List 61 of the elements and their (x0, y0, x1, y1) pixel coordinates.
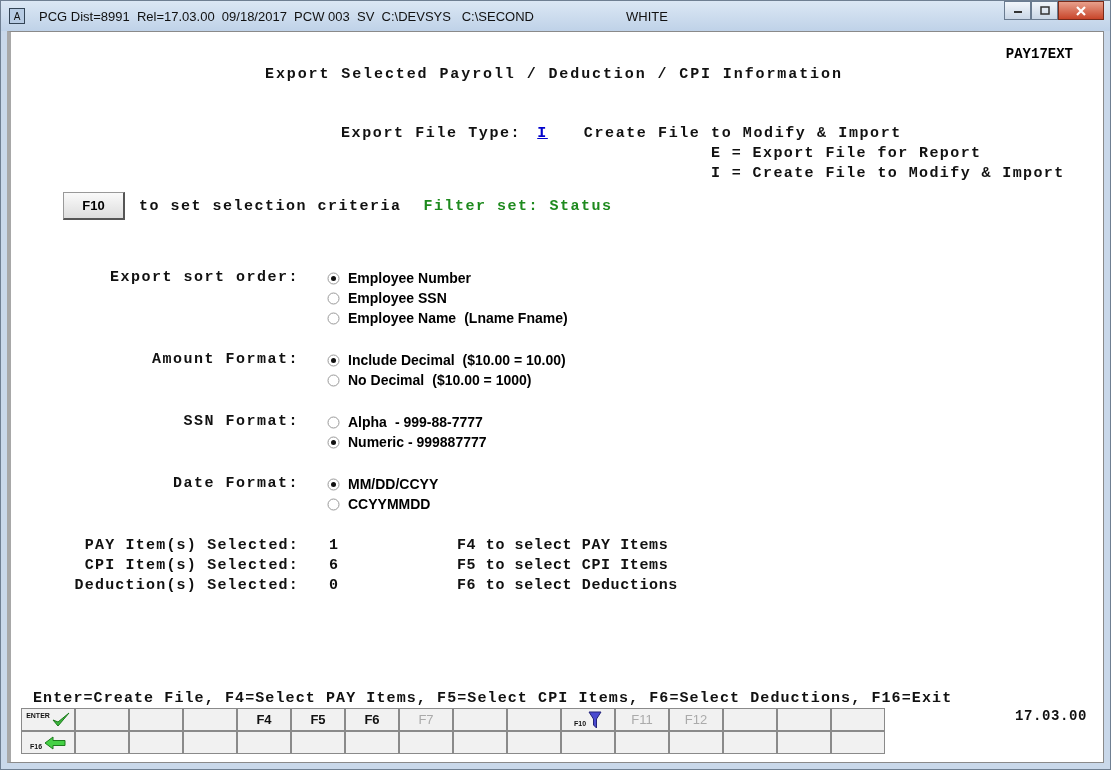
count-label: Deduction(s) Selected: (73, 576, 299, 596)
program-id: PAY17EXT (1005, 46, 1073, 62)
count-label: PAY Item(s) Selected: (83, 536, 299, 556)
option-label: Amount Format: (150, 350, 299, 370)
radio-button[interactable] (327, 373, 340, 387)
user-name: WHITE (625, 8, 668, 24)
maximize-icon (1039, 6, 1050, 15)
option-text: Employee SSN (348, 290, 447, 306)
minimize-button[interactable] (1004, 1, 1031, 20)
option-text: No Decimal (348, 372, 425, 388)
help-line: Enter=Create File, F4=Select PAY Items, F5=Select CPI Items, F6=Select Deductions, F16=Exit (33, 690, 954, 708)
screen-heading: Export Selected Payroll / Deduction / CPI Information (265, 66, 843, 83)
function-key[interactable]: F5 (291, 708, 345, 731)
count-value: 6 (328, 556, 340, 576)
file-type-field[interactable]: I (537, 125, 548, 142)
option-label: SSN Format: (182, 412, 299, 432)
version-number: 17.03.00 (1015, 708, 1087, 726)
option-note: (Lname Fname) (464, 310, 568, 326)
file-type-option: E = Export File for Report (711, 144, 982, 164)
file-type-option: I = Create File to Modify & Import (711, 164, 1065, 184)
count-value: 1 (328, 536, 340, 556)
app-icon[interactable]: A (9, 8, 25, 24)
option-text: MM/DD/CCYY (348, 476, 439, 492)
radio-button[interactable] (327, 291, 340, 305)
radio-button[interactable] (327, 353, 340, 367)
back-arrow-icon (44, 735, 67, 750)
option-label: Export sort order: (108, 268, 299, 288)
function-key[interactable]: F4 (237, 708, 291, 731)
filter-icon (588, 710, 603, 729)
criteria-text: to set selection criteria (139, 197, 402, 215)
option-label: Date Format: (171, 474, 299, 494)
option-text: Include Decimal (348, 352, 455, 368)
f10-button[interactable]: F10 (63, 192, 125, 220)
maximize-button[interactable] (1031, 1, 1058, 20)
option-text: CCYYMMDD (348, 496, 431, 512)
option-note: - 999-88-7777 (394, 414, 483, 430)
window-title: PCG Dist=8991 Rel=17.03.00 09/18/2017 PCW 003 SV C:\DEVSYS C:\SECOND (39, 8, 534, 24)
count-hint: F4 to select PAY Items (457, 536, 669, 556)
radio-button[interactable] (327, 415, 340, 429)
field-label: Export File Type: (341, 125, 522, 142)
count-value: 0 (328, 576, 340, 596)
radio-button[interactable] (327, 497, 340, 511)
option-text: Alpha (348, 414, 387, 430)
count-hint: F6 to select Deductions (457, 576, 678, 596)
radio-button[interactable] (327, 435, 340, 449)
option-note: ($10.00 = 1000) (432, 372, 532, 388)
radio-button[interactable] (327, 477, 340, 491)
radio-button[interactable] (327, 311, 340, 325)
option-note: ($10.00 = 10.00) (462, 352, 566, 368)
close-button[interactable] (1058, 1, 1104, 20)
option-text: Employee Name (348, 310, 457, 326)
radio-button[interactable] (327, 271, 340, 285)
checkmark-icon (51, 711, 70, 728)
function-key[interactable]: F6 (345, 708, 399, 731)
option-text: Numeric - 999887777 (348, 434, 487, 450)
file-type-description: Create File to Modify & Import (583, 125, 902, 142)
count-hint: F5 to select CPI Items (457, 556, 669, 576)
count-label: CPI Item(s) Selected: (83, 556, 299, 576)
close-icon (1075, 5, 1087, 16)
filter-status: Filter set: Status (423, 197, 613, 215)
option-text: Employee Number (348, 270, 471, 286)
